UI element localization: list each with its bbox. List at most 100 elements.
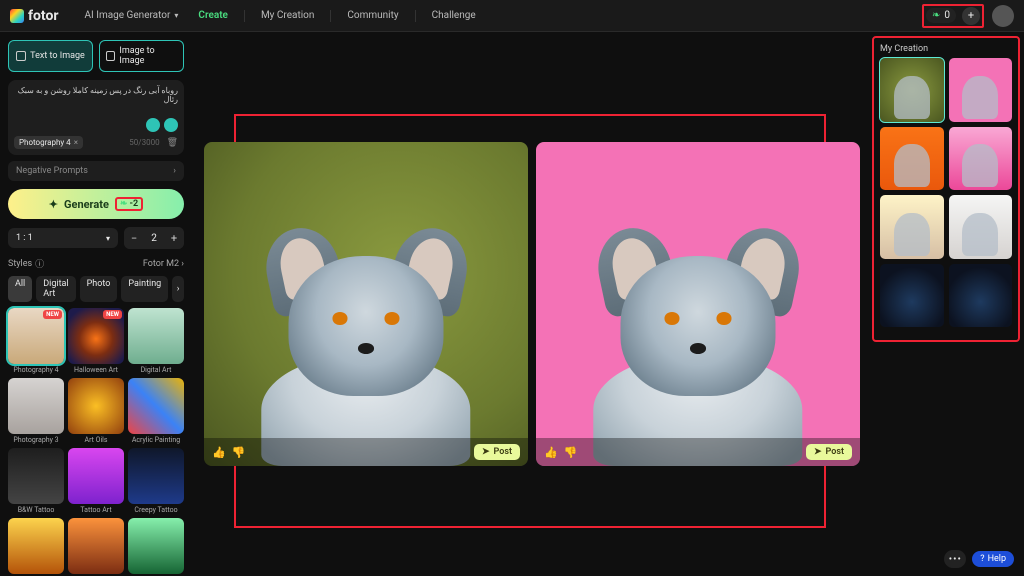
style-cell[interactable]: NEWPhotography 4 [8,308,64,374]
style-thumb[interactable] [68,518,124,574]
generated-image [253,233,480,466]
style-thumb[interactable] [68,378,124,434]
nav-ai-generator[interactable]: AI Image Generator [77,6,187,25]
creation-thumb[interactable] [949,195,1013,259]
style-cell[interactable]: Art Oils [68,378,124,444]
creation-thumb[interactable] [880,264,944,328]
style-cell[interactable]: Acrylic Painting [128,378,184,444]
style-thumb[interactable] [128,308,184,364]
style-cell[interactable] [68,518,124,576]
style-filters: AllDigital ArtPhotoPainting› [8,276,184,302]
card-actions: 👍 👎 ➤ Post [204,438,528,466]
filter-more-button[interactable]: › [172,276,184,302]
creation-thumb[interactable] [949,58,1013,122]
nav-my-creation[interactable]: My Creation [253,6,322,25]
nav-create[interactable]: Create [190,6,236,25]
tab-label: Text to Image [30,51,85,61]
style-thumb[interactable] [8,448,64,504]
filter-chip-all[interactable]: All [8,276,32,302]
prompt-text[interactable]: روباه آبی رنگ در پس زمینه کاملا روشن و ب… [14,86,178,104]
bottom-right: ••• ? Help [944,550,1014,568]
style-label: Digital Art [128,366,184,374]
nav-separator [415,10,416,22]
prompt-box[interactable]: روباه آبی رنگ در پس زمینه کاملا روشن و ب… [8,80,184,155]
leaf-icon: ❧ [932,10,940,21]
add-credits-button[interactable]: + [962,7,980,25]
creation-thumb[interactable] [949,127,1013,191]
prompt-tag-row: Photography 4 × 50/3000 🗑 [14,136,178,149]
style-tag-chip[interactable]: Photography 4 × [14,136,83,149]
nav-challenge[interactable]: Challenge [424,6,484,25]
send-icon: ➤ [814,447,822,457]
creation-thumb[interactable] [880,58,944,122]
style-cell[interactable]: NEW Halloween Art [68,308,124,374]
my-creation-panel: My Creation [872,36,1020,342]
info-icon[interactable]: ⓘ [35,257,44,270]
more-menu-button[interactable]: ••• [944,550,966,568]
result-card[interactable]: 👍 👎 ➤ Post [204,142,528,466]
image-icon [106,51,115,61]
style-cell[interactable]: Photography 3 [8,378,64,444]
results-row: 👍 👎 ➤ Post 👍 👎 ➤ Post [204,142,860,576]
model-select[interactable]: Fotor M2 › [143,259,184,269]
sidebar: Text to Image Image to Image روباه آبی ر… [0,32,192,576]
thumbs-up-icon[interactable]: 👍 [544,446,558,459]
refresh-icon[interactable] [164,118,178,132]
tab-text-to-image[interactable]: Text to Image [8,40,93,72]
gen-controls: 1 : 1 − 2 + [8,227,184,249]
post-button[interactable]: ➤ Post [806,444,852,460]
style-label: Tattoo Art [68,506,124,514]
post-button[interactable]: ➤ Post [474,444,520,460]
style-thumb[interactable] [128,518,184,574]
filter-chip-painting[interactable]: Painting [121,276,168,302]
style-thumb[interactable] [68,448,124,504]
qty-minus-button[interactable]: − [124,227,144,249]
style-cell[interactable]: Tattoo Art [68,448,124,514]
filter-chip-photo[interactable]: Photo [80,276,118,302]
style-thumb[interactable] [128,378,184,434]
close-icon[interactable]: × [74,138,78,147]
style-cell[interactable]: B&W Tattoo [8,448,64,514]
post-label: Post [494,447,512,457]
style-thumb[interactable] [128,448,184,504]
avatar[interactable] [992,5,1014,27]
thumbs-up-icon[interactable]: 👍 [212,446,226,459]
nav-separator [330,10,331,22]
style-thumb[interactable]: NEW [68,308,124,364]
aspect-ratio-select[interactable]: 1 : 1 [8,228,118,248]
creation-thumb[interactable] [880,127,944,191]
style-thumb[interactable]: NEW [8,308,64,364]
generated-image [585,233,812,466]
style-thumb[interactable] [8,518,64,574]
thumbs-down-icon[interactable]: 👎 [564,446,578,459]
nav-community[interactable]: Community [339,6,406,25]
style-cell[interactable] [128,518,184,576]
creation-thumb[interactable] [880,195,944,259]
style-label: Halloween Art [68,366,124,374]
negative-label: Negative Prompts [16,166,88,176]
main: Text to Image Image to Image روباه آبی ر… [0,32,1024,576]
trash-icon[interactable]: 🗑 [167,138,178,148]
style-cell[interactable] [8,518,64,576]
qty-plus-button[interactable]: + [164,227,184,249]
logo[interactable]: fotor [10,8,59,24]
generate-button[interactable]: ✦ Generate ❧ -2 [8,189,184,219]
globe-icon[interactable] [146,118,160,132]
creation-thumb[interactable] [949,264,1013,328]
help-label: Help [988,554,1006,564]
negative-prompts-row[interactable]: Negative Prompts › [8,161,184,181]
generate-label: Generate [64,198,109,211]
credits-pill[interactable]: ❧ 0 [926,8,956,23]
creation-grid [880,58,1012,327]
filter-chip-digital-art[interactable]: Digital Art [36,276,75,302]
help-button[interactable]: ? Help [972,551,1014,567]
style-grid: NEWPhotography 4NEW Halloween Art Digital … [8,308,184,576]
panel-title: My Creation [880,44,1012,54]
style-cell[interactable]: Digital Art [128,308,184,374]
thumbs-down-icon[interactable]: 👎 [232,446,246,459]
credits-highlight: ❧ 0 + [922,4,984,28]
tab-image-to-image[interactable]: Image to Image [99,40,184,72]
result-card[interactable]: 👍 👎 ➤ Post [536,142,860,466]
style-thumb[interactable] [8,378,64,434]
style-cell[interactable]: Creepy Tattoo [128,448,184,514]
